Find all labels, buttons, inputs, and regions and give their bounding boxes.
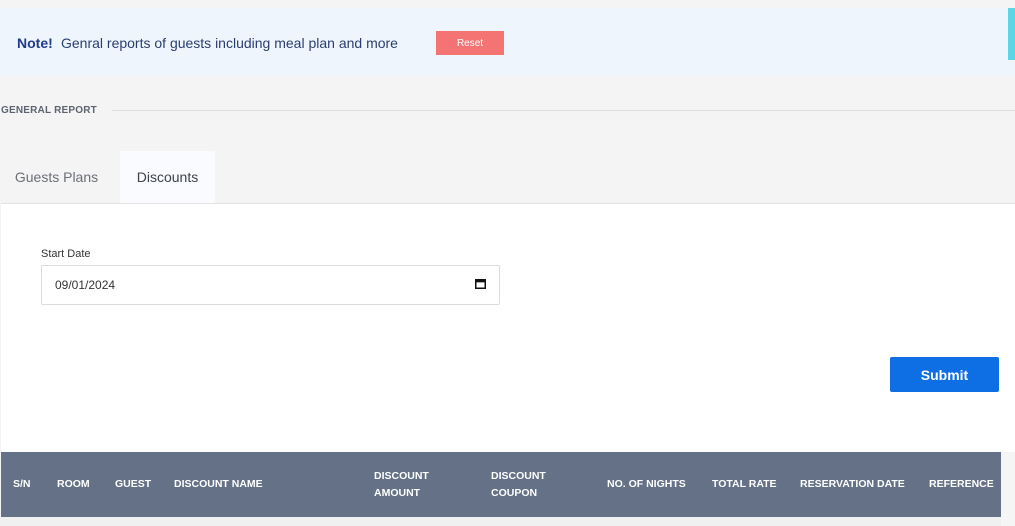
col-guest: GUEST [115,478,152,490]
col-reference: REFERENCE [929,478,994,490]
start-date-input[interactable]: 09/01/2024 [41,265,500,305]
submit-button[interactable]: Submit [890,357,999,392]
tab-guests-plans[interactable]: Guests Plans [0,151,113,204]
note-title: Note! [17,35,53,51]
note-accent-bar [1008,8,1015,60]
report-form-panel: Start Date 09/01/2024 Submit [1,203,1015,454]
col-discount-coupon: DISCOUNT COUPON [491,469,546,499]
table-body-area [0,517,1015,526]
note-text: Genral reports of guests including meal … [61,35,398,51]
note-banner: Note! Genral reports of guests including… [0,8,1015,76]
section-divider [112,110,1015,111]
section-title: GENERAL REPORT [1,105,97,116]
col-no-of-nights: NO. OF NIGHTS [607,478,686,490]
col-discount-name: DISCOUNT NAME [174,478,263,490]
col-room: ROOM [57,478,90,490]
start-date-value: 09/01/2024 [55,278,116,292]
col-sn: S/N [13,478,31,490]
col-reservation-date: RESERVATION DATE [800,478,905,490]
calendar-icon[interactable] [475,279,486,289]
col-total-rate: TOTAL RATE [712,478,777,490]
col-discount-amount: DISCOUNT AMOUNT [374,469,429,499]
tab-discounts[interactable]: Discounts [120,151,215,204]
start-date-label: Start Date [41,248,91,260]
reset-button[interactable]: Reset [436,31,504,55]
table-header: S/N ROOM GUEST DISCOUNT NAME DISCOUNT AMO… [1,452,1001,517]
page-gutter [1001,452,1015,526]
